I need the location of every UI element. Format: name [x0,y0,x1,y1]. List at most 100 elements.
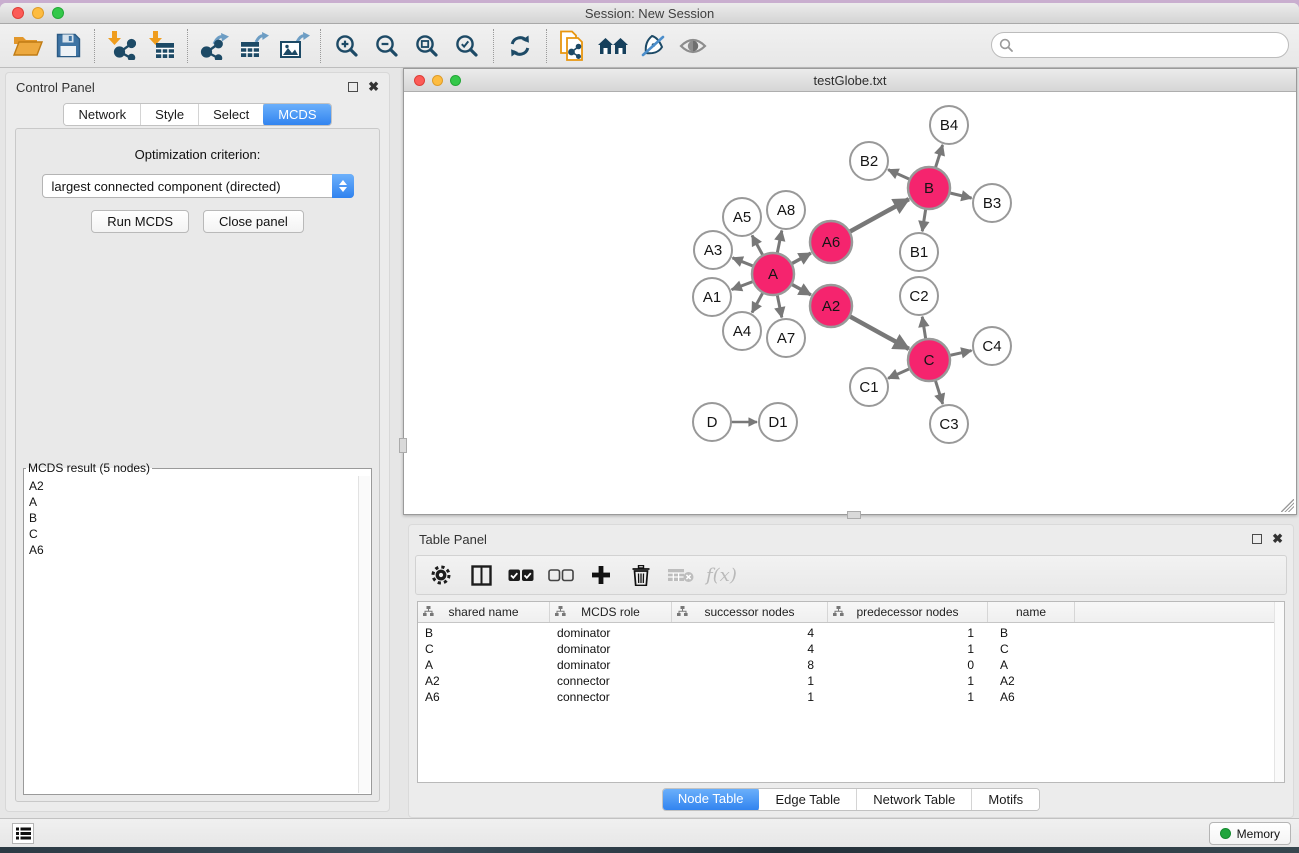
tab-style[interactable]: Style [141,104,199,125]
close-panel-button[interactable]: Close panel [203,210,304,233]
split-view-button[interactable] [466,559,496,591]
export-network-button[interactable] [194,27,234,65]
network-close-button[interactable] [414,75,425,86]
table-cell: 1 [672,689,828,705]
node-C2[interactable]: C2 [900,277,938,315]
column-header-MCDS-role[interactable]: MCDS role [550,602,672,622]
criterion-dropdown[interactable]: largest connected component (directed) [42,174,354,198]
node-A6[interactable]: A6 [810,221,852,263]
open-session-button[interactable] [8,27,48,65]
zoom-out-icon [375,34,399,58]
node-C1[interactable]: C1 [850,368,888,406]
table-row[interactable]: A2connector11A2 [418,673,1284,689]
show-panels-button[interactable] [12,823,34,844]
node-D[interactable]: D [693,403,731,441]
node-B1[interactable]: B1 [900,233,938,271]
close-panel-icon[interactable]: ✖ [1272,534,1283,544]
close-panel-icon[interactable]: ✖ [368,82,379,92]
node-B4[interactable]: B4 [930,106,968,144]
svg-text:B2: B2 [860,153,878,170]
float-panel-icon[interactable] [1252,534,1262,544]
table-cell: 4 [672,625,828,641]
zoom-out-button[interactable] [367,27,407,65]
column-header-successor-nodes[interactable]: successor nodes [672,602,828,622]
zoom-in-button[interactable] [327,27,367,65]
node-C4[interactable]: C4 [973,327,1011,365]
node-A2[interactable]: A2 [810,285,852,327]
table-row[interactable]: Bdominator41B [418,625,1284,641]
import-table-button[interactable] [141,27,181,65]
show-view-button[interactable] [673,27,713,65]
mcds-result-item[interactable]: A [29,494,358,510]
search-input[interactable] [991,32,1289,58]
node-B[interactable]: B [908,167,950,209]
minimize-window-button[interactable] [32,7,44,19]
select-all-button[interactable] [506,559,536,591]
node-A[interactable]: A [752,253,794,295]
pane-resize-grip[interactable] [399,438,407,453]
zoom-selected-button[interactable] [447,27,487,65]
function-builder-label[interactable]: f(x) [706,565,737,586]
import-network-button[interactable] [101,27,141,65]
node-C3[interactable]: C3 [930,405,968,443]
mcds-result-list[interactable]: A2ABCA6 [25,476,358,793]
network-minimize-button[interactable] [432,75,443,86]
export-image-button[interactable] [274,27,314,65]
node-B3[interactable]: B3 [973,184,1011,222]
tab-node-table[interactable]: Node Table [662,788,761,811]
network-zoom-button[interactable] [450,75,461,86]
network-canvas[interactable]: A A2 A6 B C A1 A3 A4 A5 A7 A8 B1 B2 B3 B4 C1 C2 C3 C4 D D1 [405,93,1295,514]
mcds-result-item[interactable]: A6 [29,542,358,558]
tab-mcds[interactable]: MCDS [263,103,331,126]
table-row[interactable]: A6connector11A6 [418,689,1284,705]
column-header-predecessor-nodes[interactable]: predecessor nodes [828,602,988,622]
tab-network-table[interactable]: Network Table [857,789,972,810]
application-window: Session: New Session [0,3,1299,847]
tab-network[interactable]: Network [64,104,141,125]
node-A1[interactable]: A1 [693,278,731,316]
node-A4[interactable]: A4 [723,312,761,350]
refresh-view-button[interactable] [500,27,540,65]
float-panel-icon[interactable] [348,82,358,92]
deselect-all-button[interactable] [546,559,576,591]
node-C[interactable]: C [908,339,950,381]
zoom-window-button[interactable] [52,7,64,19]
close-window-button[interactable] [12,7,24,19]
network-from-selection-button[interactable] [553,27,593,65]
tab-motifs[interactable]: Motifs [972,789,1039,810]
hide-annotations-button[interactable] [633,27,673,65]
table-cell: dominator [550,657,672,673]
table-scrollbar[interactable] [1274,602,1284,782]
run-mcds-button[interactable]: Run MCDS [91,210,189,233]
table-panel-title: Table Panel [419,532,1252,547]
node-A7[interactable]: A7 [767,319,805,357]
node-B2[interactable]: B2 [850,142,888,180]
export-table-button[interactable] [234,27,274,65]
svg-text:A2: A2 [822,298,840,315]
node-D1[interactable]: D1 [759,403,797,441]
table-cell: dominator [550,641,672,657]
home-layout-button[interactable] [593,27,633,65]
delete-column-button[interactable] [626,559,656,591]
node-A8[interactable]: A8 [767,191,805,229]
tab-select[interactable]: Select [199,104,264,125]
column-header-shared-name[interactable]: shared name [418,602,550,622]
add-column-button[interactable] [586,559,616,591]
mcds-result-item[interactable]: A2 [29,478,358,494]
mcds-result-item[interactable]: C [29,526,358,542]
delete-table-button[interactable] [666,559,696,591]
memory-button[interactable]: Memory [1209,822,1291,845]
mcds-list-scrollbar[interactable] [358,476,370,793]
fit-content-button[interactable] [407,27,447,65]
mcds-result-item[interactable]: B [29,510,358,526]
tab-edge-table[interactable]: Edge Table [759,789,857,810]
node-A5[interactable]: A5 [723,198,761,236]
table-row[interactable]: Adominator80A [418,657,1284,673]
save-session-button[interactable] [48,27,88,65]
column-header-name[interactable]: name [988,602,1075,622]
node-A3[interactable]: A3 [694,231,732,269]
window-resize-grip[interactable] [1281,499,1294,512]
pane-resize-grip[interactable] [847,511,861,519]
table-row[interactable]: Cdominator41C [418,641,1284,657]
table-settings-button[interactable] [426,559,456,591]
